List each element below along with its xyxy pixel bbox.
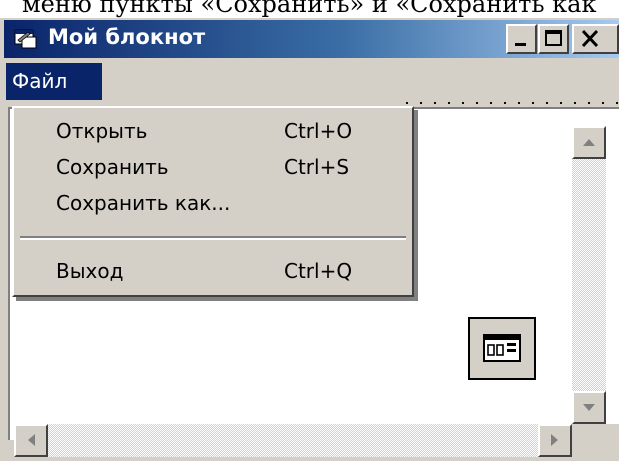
arrow-down-icon (583, 404, 595, 411)
maximize-button[interactable] (538, 24, 569, 54)
vertical-scrollbar[interactable] (572, 126, 606, 424)
minimize-button[interactable] (506, 24, 537, 54)
menu-item-save-as[interactable]: Сохранить как... (14, 186, 410, 220)
designer-dot-grid (400, 99, 619, 107)
menu-item-shortcut: Ctrl+S (284, 155, 350, 179)
scroll-right-button[interactable] (538, 424, 572, 457)
scrollbar-corner (572, 424, 619, 461)
menu-item-label: Выход (56, 259, 124, 283)
menu-separator (20, 236, 406, 240)
menu-item-label: Открыть (56, 119, 148, 143)
scroll-up-button[interactable] (572, 126, 606, 159)
form-component-icon[interactable] (468, 317, 536, 380)
minimize-icon (515, 43, 526, 46)
notepad-app-icon[interactable] (14, 28, 40, 50)
menu-item-save[interactable]: Сохранить Ctrl+S (14, 150, 410, 184)
window-title: Мой блокнот (48, 25, 206, 49)
file-menu-dropdown: Открыть Ctrl+O Сохранить Ctrl+S Сохранит… (12, 106, 414, 297)
title-bar[interactable]: Мой блокнот (4, 20, 619, 58)
menu-item-label: Сохранить как... (56, 191, 231, 215)
menu-item-shortcut: Ctrl+O (284, 119, 353, 143)
horizontal-scrollbar[interactable] (14, 424, 572, 457)
menu-file[interactable]: Файл (6, 63, 102, 100)
maximize-icon (545, 30, 562, 46)
close-icon (581, 29, 599, 48)
arrow-up-icon (583, 139, 595, 146)
caption-text: меню пункты «Сохранить» и «Сохранить как (22, 0, 597, 18)
scroll-down-button[interactable] (572, 391, 606, 424)
menu-item-shortcut: Ctrl+Q (284, 259, 353, 283)
menu-item-open[interactable]: Открыть Ctrl+O (14, 114, 410, 148)
scroll-left-button[interactable] (14, 424, 48, 457)
arrow-right-icon (551, 434, 558, 446)
menu-item-label: Сохранить (56, 155, 169, 179)
close-button[interactable] (572, 24, 619, 54)
form-component-glyph (483, 334, 521, 362)
arrow-left-icon (28, 434, 35, 446)
menu-item-exit[interactable]: Выход Ctrl+Q (14, 254, 410, 288)
caption-fragment: меню пункты «Сохранить» и «Сохранить как (0, 0, 619, 18)
menu-bar: Файл (4, 60, 619, 102)
